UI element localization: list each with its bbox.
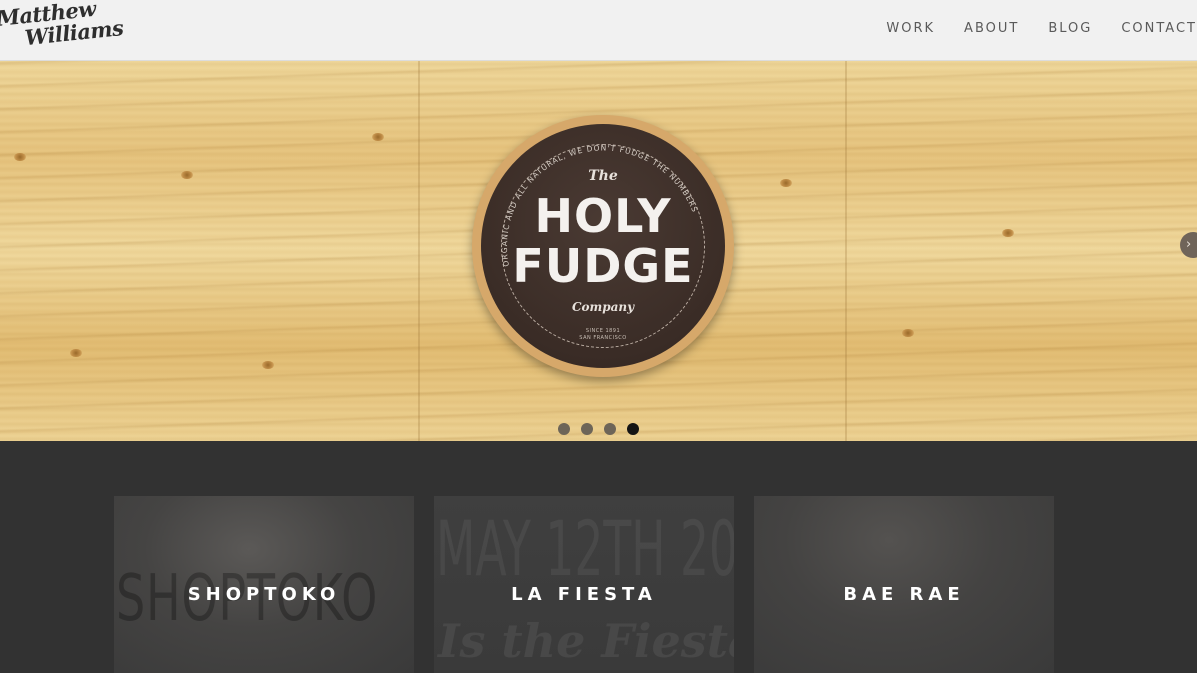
badge-face: ORGANIC AND ALL NATURAL, WE DON'T FUDGE … (481, 124, 725, 368)
portfolio-title-la-fiesta: LA FIESTA (511, 584, 657, 605)
wood-seam (845, 61, 847, 441)
wood-knot (70, 349, 82, 357)
badge-since: SINCE 1891 SAN FRANCISCO (481, 328, 725, 342)
next-slide-arrow-icon[interactable]: › (1180, 232, 1197, 258)
holy-fudge-badge: ORGANIC AND ALL NATURAL, WE DON'T FUDGE … (472, 115, 734, 377)
la-fiesta-ghost-script: Is the Fiesta (438, 614, 734, 668)
portfolio-grid: SHOPTOKO SHOPTOKO MAY 12TH 2011 Is the F… (0, 441, 1197, 673)
site-logo[interactable]: Matthew Williams (0, 0, 124, 60)
slide-dot-2[interactable] (581, 423, 593, 435)
wood-knot (14, 153, 26, 161)
site-header: Matthew Williams WORK ABOUT BLOG CONTACT (0, 0, 1197, 61)
wood-seam (418, 61, 420, 441)
slide-dot-3[interactable] (604, 423, 616, 435)
badge-company: Company (571, 300, 635, 314)
slider-pagination (558, 423, 650, 435)
wood-knot (780, 179, 792, 187)
wood-knot (262, 361, 274, 369)
portfolio-item-la-fiesta[interactable]: MAY 12TH 2011 Is the Fiesta LA FIESTA (434, 496, 734, 673)
la-fiesta-ghost-date: MAY 12TH 2011 (436, 504, 734, 593)
wood-knot (902, 329, 914, 337)
wood-knot (181, 171, 193, 179)
portfolio-title-shoptoko: SHOPTOKO (187, 584, 341, 605)
portfolio-item-shoptoko[interactable]: SHOPTOKO SHOPTOKO (114, 496, 414, 673)
wood-knot (372, 133, 384, 141)
badge-location: SAN FRANCISCO (579, 335, 627, 341)
badge-since-year: SINCE 1891 (585, 328, 621, 334)
portfolio-item-bae-rae[interactable]: BAE RAE (754, 496, 1054, 673)
badge-the: The (588, 168, 618, 184)
slide-dot-1[interactable] (558, 423, 570, 435)
nav-blog[interactable]: BLOG (1048, 20, 1092, 40)
main-nav: WORK ABOUT BLOG CONTACT (857, 20, 1197, 40)
slide-dot-4[interactable] (627, 423, 639, 435)
hero-slider: ORGANIC AND ALL NATURAL, WE DON'T FUDGE … (0, 61, 1197, 441)
nav-contact[interactable]: CONTACT (1121, 20, 1197, 40)
nav-about[interactable]: ABOUT (964, 20, 1019, 40)
nav-work[interactable]: WORK (886, 20, 935, 40)
wood-knot (1002, 229, 1014, 237)
portfolio-title-bae-rae: BAE RAE (843, 584, 965, 605)
badge-fudge: FUDGE (512, 239, 694, 293)
badge-holy: HOLY (534, 189, 672, 243)
